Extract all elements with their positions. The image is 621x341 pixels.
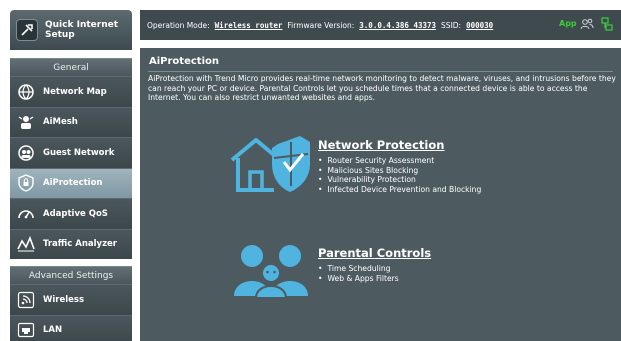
sidebar-item-label: LAN [43, 325, 63, 336]
aiprotection-panel: AiProtection AiProtection with Trend Mic… [140, 48, 621, 341]
list-item: Time Scheduling [318, 264, 399, 274]
home-shield-icon[interactable] [228, 134, 314, 198]
sidebar-item-wireless[interactable]: Wireless [10, 284, 132, 315]
sidebar-item-label: AiMesh [43, 117, 78, 128]
quick-setup-icon [16, 19, 38, 41]
sidebar-item-label: AiProtection [43, 178, 103, 189]
app-link[interactable]: App [559, 19, 577, 28]
sidebar: Quick Internet Setup General Network Map… [10, 10, 132, 341]
quick-internet-setup-button[interactable]: Quick Internet Setup [10, 10, 132, 50]
network-protection-features: Router Security Assessment Malicious Sit… [318, 156, 481, 194]
firmware-version-label: Firmware Version: [287, 20, 355, 30]
sidebar-item-network-map[interactable]: Network Map [10, 76, 132, 107]
sidebar-item-label: Guest Network [43, 147, 115, 158]
list-item: Web & Apps Filters [318, 274, 398, 284]
advanced-settings-heading: Advanced Settings [10, 266, 132, 284]
quick-setup-label: Quick Internet Setup [45, 20, 119, 40]
users-icon[interactable] [580, 17, 594, 31]
ssid-link[interactable]: 000030 [466, 21, 493, 30]
sidebar-item-label: Traffic Analyzer [43, 239, 117, 250]
shield-lock-icon [16, 173, 36, 193]
family-icon[interactable] [232, 242, 312, 302]
sidebar-item-adaptive-qos[interactable]: Adaptive QoS [10, 198, 132, 229]
general-menu: Network Map AiMesh Guest Network AiProte… [10, 76, 132, 259]
advanced-menu: Wireless LAN [10, 284, 132, 341]
ssid-label: SSID: [441, 20, 462, 30]
sidebar-item-aiprotection[interactable]: AiProtection [10, 167, 132, 198]
lan-icon [16, 320, 36, 340]
list-item: Vulnerability Protection [318, 175, 481, 185]
globe-network-icon [16, 82, 36, 102]
guest-network-icon [16, 143, 36, 163]
firmware-version-link[interactable]: 3.0.0.4.386_43373 [359, 21, 436, 30]
wireless-icon [16, 290, 36, 310]
page-description: AiProtection with Trend Micro provides r… [148, 74, 616, 102]
sidebar-item-label: Network Map [43, 86, 107, 97]
aimesh-icon [16, 112, 36, 132]
general-heading: General [10, 58, 132, 76]
sidebar-item-lan[interactable]: LAN [10, 314, 132, 341]
list-item: Malicious Sites Blocking [318, 166, 481, 176]
parental-controls-features: Time Scheduling Web & Apps Filters [318, 264, 399, 284]
status-bar: Operation Mode: Wireless router Firmware… [140, 10, 621, 40]
operation-mode-link[interactable]: Wireless router [215, 21, 283, 30]
page-title: AiProtection [149, 56, 219, 67]
operation-mode-label: Operation Mode: [147, 20, 210, 30]
sidebar-item-label: Adaptive QoS [43, 208, 108, 219]
speedometer-icon [16, 204, 36, 224]
list-item: Router Security Assessment [318, 156, 481, 166]
title-divider [148, 71, 613, 72]
network-protection-link[interactable]: Network Protection [318, 138, 444, 152]
traffic-analyzer-icon [16, 234, 36, 254]
parental-controls-link[interactable]: Parental Controls [318, 246, 431, 260]
sidebar-item-guest-network[interactable]: Guest Network [10, 137, 132, 168]
sidebar-item-traffic-analyzer[interactable]: Traffic Analyzer [10, 228, 132, 259]
network-status-icon[interactable] [600, 17, 614, 31]
sidebar-item-aimesh[interactable]: AiMesh [10, 106, 132, 137]
sidebar-item-label: Wireless [43, 294, 85, 305]
list-item: Infected Device Prevention and Blocking [318, 185, 481, 195]
